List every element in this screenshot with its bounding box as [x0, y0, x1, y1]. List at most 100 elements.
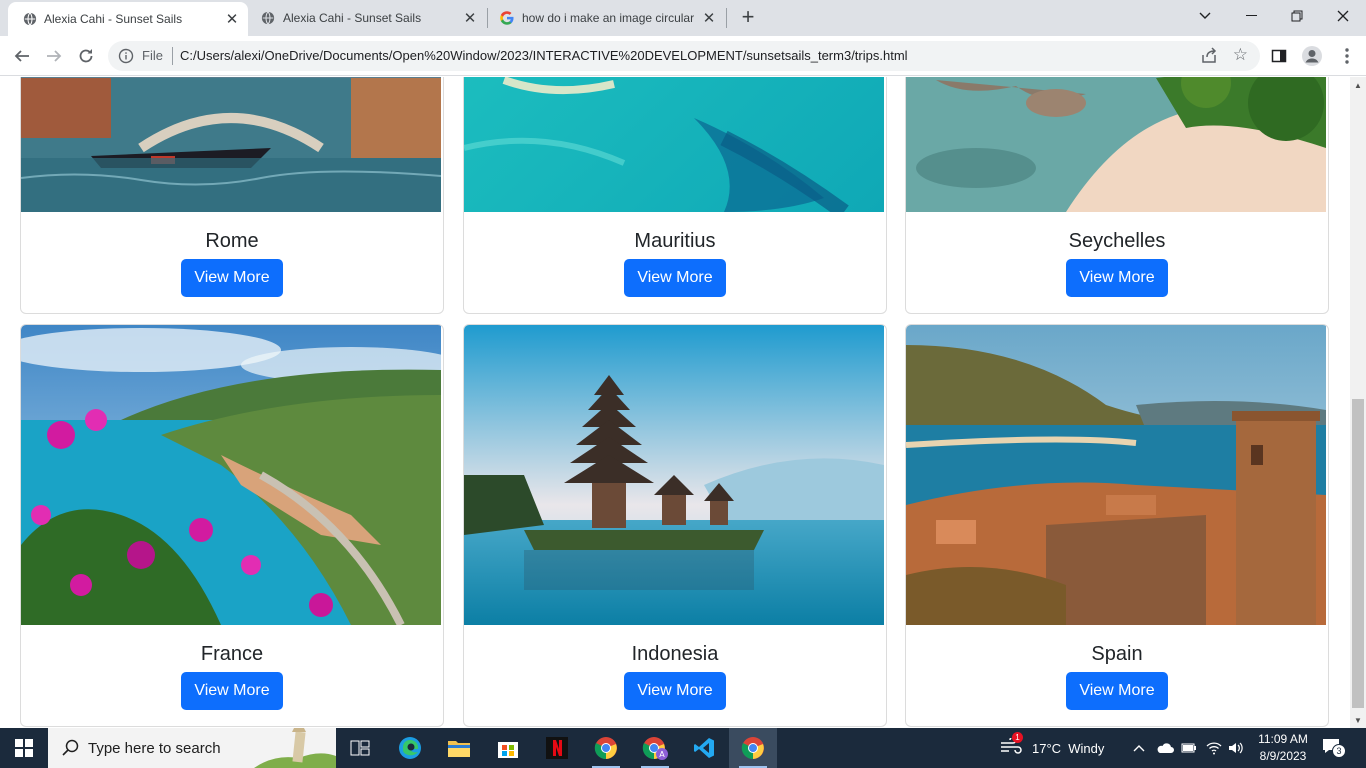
- page-viewport: Rome View More Mauritius View More Seych…: [0, 77, 1350, 728]
- chrome-icon: [741, 737, 764, 760]
- weather-widget[interactable]: 1 17°C Windy: [1000, 728, 1104, 768]
- bookmark-star-icon[interactable]: ☆: [1233, 45, 1248, 65]
- view-more-button-france[interactable]: View More: [181, 672, 283, 710]
- network-tray[interactable]: [1206, 728, 1222, 768]
- microsoft-store-icon: [498, 742, 518, 758]
- minimize-icon: [1245, 15, 1257, 16]
- arrow-left-icon: [14, 50, 29, 62]
- chrome-profile-icon: A: [642, 737, 668, 760]
- info-icon[interactable]: [118, 48, 134, 64]
- side-panel-button[interactable]: [1263, 40, 1295, 72]
- arrow-right-icon: [47, 50, 62, 62]
- scroll-down-arrow-icon[interactable]: ▼: [1350, 712, 1366, 728]
- task-view-icon: [350, 740, 370, 756]
- volume-tray[interactable]: [1228, 728, 1244, 768]
- back-button[interactable]: [6, 40, 38, 72]
- page-scrollbar[interactable]: ▲ ▼: [1350, 77, 1366, 728]
- close-tab-icon[interactable]: ✕: [224, 11, 240, 28]
- clock-date: 8/9/2023: [1259, 749, 1307, 763]
- battery-icon: [1181, 743, 1196, 753]
- windows-logo-icon: [15, 739, 33, 757]
- globe-icon: [260, 10, 276, 26]
- destination-name: Spain: [1091, 643, 1143, 665]
- wifi-icon: [1206, 742, 1222, 755]
- tab-trips-2[interactable]: Alexia Cahi - Sunset Sails ✕: [250, 0, 486, 36]
- destination-card-france: France View More: [20, 324, 444, 727]
- destination-card-indonesia: Indonesia View More: [463, 324, 887, 727]
- search-placeholder: Type here to search: [88, 740, 221, 757]
- chevron-up-icon: [1133, 745, 1145, 752]
- view-more-button-spain[interactable]: View More: [1066, 672, 1168, 710]
- onedrive-tray[interactable]: [1156, 728, 1174, 768]
- taskbar-search-box[interactable]: Type here to search: [48, 728, 336, 768]
- browser-toolbar: File C:/Users/alexi/OneDrive/Documents/O…: [0, 36, 1366, 76]
- tab-separator: [726, 8, 727, 28]
- chrome-menu-button[interactable]: [1331, 40, 1363, 72]
- system-clock[interactable]: 11:09 AM 8/9/2023: [1250, 731, 1316, 765]
- destination-card-seychelles: Seychelles View More: [905, 77, 1329, 314]
- start-button[interactable]: [0, 728, 48, 768]
- close-window-button[interactable]: [1320, 0, 1366, 32]
- notification-icon: 3: [1322, 738, 1346, 758]
- battery-tray[interactable]: [1181, 728, 1197, 768]
- scrollbar-thumb[interactable]: [1352, 399, 1364, 708]
- tab-title: how do i make an image circular: [522, 11, 694, 25]
- microsoft-store-app[interactable]: [484, 728, 532, 768]
- tab-strip: Alexia Cahi - Sunset Sails ✕ Alexia Cahi…: [0, 0, 1366, 36]
- chrome-profile-app[interactable]: A: [631, 728, 679, 768]
- view-more-button-mauritius[interactable]: View More: [624, 259, 726, 297]
- restore-icon: [1291, 10, 1303, 22]
- address-bar[interactable]: File C:/Users/alexi/OneDrive/Documents/O…: [108, 41, 1260, 71]
- new-tab-button[interactable]: +: [736, 4, 760, 30]
- destination-card-mauritius: Mauritius View More: [463, 77, 887, 314]
- restore-button[interactable]: [1274, 0, 1320, 32]
- url-text[interactable]: C:/Users/alexi/OneDrive/Documents/Open%2…: [180, 48, 908, 63]
- tab-trips-active[interactable]: Alexia Cahi - Sunset Sails ✕: [8, 2, 248, 36]
- destination-image-mauritius: [464, 77, 884, 212]
- edge-app[interactable]: [386, 728, 434, 768]
- destination-image-rome: [21, 77, 441, 212]
- close-tab-icon[interactable]: ✕: [701, 10, 717, 27]
- profile-avatar-icon: [1302, 46, 1322, 66]
- search-icon: [62, 739, 80, 757]
- view-more-button-indonesia[interactable]: View More: [624, 672, 726, 710]
- reload-button[interactable]: [70, 40, 102, 72]
- share-icon[interactable]: [1200, 47, 1218, 65]
- google-icon: [499, 10, 515, 26]
- view-more-button-seychelles[interactable]: View More: [1066, 259, 1168, 297]
- speaker-icon: [1229, 742, 1243, 754]
- chrome-icon: [594, 737, 617, 760]
- tab-title: Alexia Cahi - Sunset Sails: [44, 12, 183, 26]
- destination-image-spain: [906, 325, 1326, 625]
- close-tab-icon[interactable]: ✕: [462, 10, 478, 27]
- vscode-icon: [694, 738, 714, 758]
- file-explorer-app[interactable]: [435, 728, 483, 768]
- tab-google-search[interactable]: how do i make an image circular ✕: [489, 0, 725, 36]
- destination-image-seychelles: [906, 77, 1326, 212]
- profile-button[interactable]: [1296, 40, 1328, 72]
- reload-icon: [79, 49, 93, 63]
- destination-image-france: [21, 325, 441, 625]
- tab-title: Alexia Cahi - Sunset Sails: [283, 11, 422, 25]
- minimize-button[interactable]: [1228, 0, 1274, 32]
- view-more-button-rome[interactable]: View More: [181, 259, 283, 297]
- chrome-active-app[interactable]: [729, 728, 777, 768]
- weather-alert-badge: 1: [1012, 732, 1023, 743]
- vscode-app[interactable]: [680, 728, 728, 768]
- tab-search-button[interactable]: [1182, 0, 1228, 32]
- destination-image-indonesia: [464, 325, 884, 625]
- scroll-up-arrow-icon[interactable]: ▲: [1350, 77, 1366, 93]
- more-vertical-icon: [1345, 48, 1349, 64]
- destination-card-spain: Spain View More: [905, 324, 1329, 727]
- destination-name: Seychelles: [1068, 230, 1166, 252]
- forward-button[interactable]: [38, 40, 70, 72]
- globe-icon: [22, 11, 38, 27]
- netflix-app[interactable]: [533, 728, 581, 768]
- show-hidden-icons-button[interactable]: [1133, 728, 1145, 768]
- destination-name: Mauritius: [634, 230, 716, 252]
- task-view-button[interactable]: [336, 728, 384, 768]
- notification-count-badge: 3: [1332, 744, 1346, 758]
- chrome-app[interactable]: [582, 728, 630, 768]
- notification-center-button[interactable]: 3: [1322, 728, 1346, 768]
- onedrive-cloud-icon: [1157, 743, 1174, 753]
